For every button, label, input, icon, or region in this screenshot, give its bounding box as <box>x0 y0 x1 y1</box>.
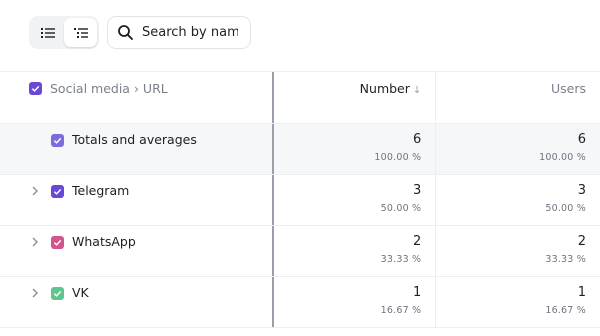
table-row[interactable]: VK 1 16.67 % 1 16.67 % <box>0 277 600 328</box>
users-percent: 100.00 % <box>539 152 586 163</box>
check-icon <box>53 188 62 195</box>
tree-view-button[interactable] <box>64 18 97 47</box>
header-grouping-cell: Social media › URL <box>0 72 274 123</box>
users-percent: 16.67 % <box>545 305 586 316</box>
number-cell: 6 100.00 % <box>274 124 437 174</box>
number-value: 6 <box>413 132 422 147</box>
header-users-cell[interactable]: Users <box>436 72 600 123</box>
users-percent: 50.00 % <box>545 203 586 214</box>
row-label: Telegram <box>72 183 130 198</box>
name-cell: WhatsApp <box>0 226 274 276</box>
table-header: Social media › URL Number ↓ Users <box>0 71 600 124</box>
users-value: 3 <box>577 183 586 198</box>
tree-list-icon <box>73 27 88 38</box>
number-percent: 16.67 % <box>380 305 422 316</box>
search-input[interactable] <box>142 25 238 40</box>
number-cell: 1 16.67 % <box>274 277 437 327</box>
users-percent: 33.33 % <box>545 254 586 265</box>
number-value: 2 <box>413 234 422 249</box>
users-cell: 1 16.67 % <box>436 277 600 327</box>
name-cell: VK <box>0 277 274 327</box>
report-table: Social media › URL Number ↓ Users Totals … <box>0 71 600 328</box>
users-column-header[interactable]: Users <box>551 81 586 96</box>
row-checkbox[interactable] <box>51 236 64 249</box>
view-toggle <box>29 16 99 49</box>
name-cell: Totals and averages <box>0 124 274 174</box>
number-cell: 3 50.00 % <box>274 175 437 225</box>
table-row[interactable]: Telegram 3 50.00 % 3 50.00 % <box>0 175 600 226</box>
users-cell: 6 100.00 % <box>436 124 600 174</box>
users-value: 1 <box>577 285 586 300</box>
chevron-right-icon[interactable] <box>30 287 40 299</box>
chevron-right-icon[interactable] <box>30 236 40 248</box>
grouping-label[interactable]: Social media › URL <box>50 81 168 96</box>
chevron-right-icon[interactable] <box>30 185 40 197</box>
number-percent: 100.00 % <box>374 152 422 163</box>
check-icon <box>53 239 62 246</box>
select-all-checkbox[interactable] <box>29 82 42 95</box>
number-column-header[interactable]: Number ↓ <box>360 81 422 96</box>
number-value: 3 <box>413 183 422 198</box>
number-value: 1 <box>413 285 422 300</box>
sort-desc-icon: ↓ <box>412 85 422 96</box>
users-value: 6 <box>577 132 586 147</box>
check-icon <box>53 137 62 144</box>
row-label: Totals and averages <box>72 132 197 147</box>
row-label: VK <box>72 285 89 300</box>
number-percent: 33.33 % <box>380 254 422 265</box>
number-cell: 2 33.33 % <box>274 226 437 276</box>
users-cell: 2 33.33 % <box>436 226 600 276</box>
table-row[interactable]: WhatsApp 2 33.33 % 2 33.33 % <box>0 226 600 277</box>
number-label: Number <box>359 81 410 96</box>
users-cell: 3 50.00 % <box>436 175 600 225</box>
check-icon <box>53 290 62 297</box>
toolbar <box>29 16 251 49</box>
list-icon <box>40 27 55 38</box>
totals-row[interactable]: Totals and averages 6 100.00 % 6 100.00 … <box>0 124 600 175</box>
row-checkbox[interactable] <box>51 287 64 300</box>
name-cell: Telegram <box>0 175 274 225</box>
list-view-button[interactable] <box>31 18 64 47</box>
search-box[interactable] <box>107 16 251 49</box>
check-icon <box>31 85 40 92</box>
row-label: WhatsApp <box>72 234 136 249</box>
search-icon <box>118 25 133 40</box>
row-checkbox[interactable] <box>51 185 64 198</box>
row-checkbox[interactable] <box>51 134 64 147</box>
users-value: 2 <box>577 234 586 249</box>
number-percent: 50.00 % <box>380 203 422 214</box>
header-number-cell[interactable]: Number ↓ <box>274 72 437 123</box>
